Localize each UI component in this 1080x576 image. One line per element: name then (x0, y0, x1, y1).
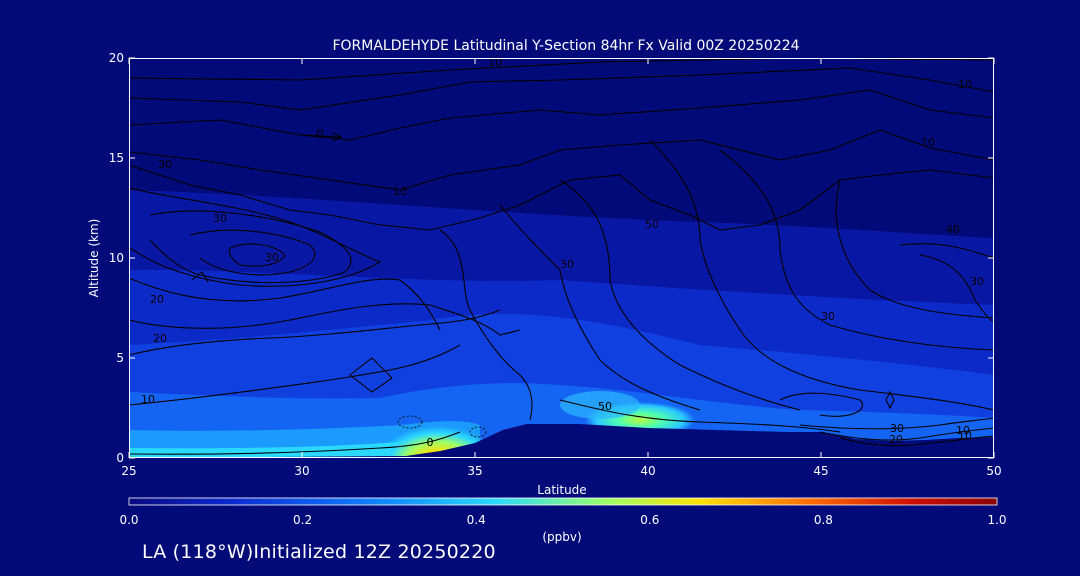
x-tick-label: 50 (986, 464, 1001, 478)
x-axis-label: Latitude (537, 483, 586, 497)
contour-label: 0 (317, 127, 324, 140)
contour-label: 40 (946, 223, 960, 236)
colorbar-tick-label: 1.0 (987, 513, 1006, 527)
contour-label: 20 (150, 293, 164, 306)
contour-label: 10 (958, 429, 972, 442)
colorbar: 0.0 0.2 0.4 0.6 0.8 1.0 (ppbv) (119, 497, 1007, 544)
contour-label: 10 (958, 78, 972, 91)
colorbar-unit-label: (ppbv) (542, 530, 581, 544)
contour-label: 10 (393, 185, 407, 198)
contour-label: 30 (265, 251, 279, 264)
contour-label: 10 (488, 56, 502, 69)
y-tick-label: 10 (109, 251, 124, 265)
colorbar-tick-label: 0.6 (640, 513, 659, 527)
y-tick-label: 15 (109, 151, 124, 165)
x-tick-label: 45 (813, 464, 828, 478)
y-tick-label: 20 (109, 51, 124, 65)
y-tick-label: 0 (116, 451, 124, 465)
contour-label: 30 (821, 310, 835, 323)
contour-label: 50 (645, 218, 659, 231)
contour-label: 10 (141, 393, 155, 406)
x-tick-label: 35 (467, 464, 482, 478)
contour-label: 0 (427, 436, 434, 449)
contour-label: 50 (598, 400, 612, 413)
plot-area: 10103010303050 40302020100030103050302010… (129, 56, 994, 458)
y-axis-label: Altitude (km) (87, 219, 101, 298)
colorbar-tick-label: 0.8 (814, 513, 833, 527)
colorbar-ticks: 0.0 0.2 0.4 0.6 0.8 1.0 (119, 513, 1006, 527)
x-tick-label: 25 (121, 464, 136, 478)
contour-label: 30 (213, 212, 227, 225)
contour-label: 20 (153, 332, 167, 345)
y-tick-label: 5 (116, 351, 124, 365)
contour-label: 30 (560, 258, 574, 271)
colorbar-bar (128, 497, 998, 506)
x-tick-label: 30 (294, 464, 309, 478)
x-tick-label: 40 (640, 464, 655, 478)
initialization-footer: LA (118°W)Initialized 12Z 20250220 (142, 541, 496, 563)
contour-label: 10 (921, 136, 935, 149)
contour-label: 30 (158, 158, 172, 171)
colorbar-tick-label: 0.0 (119, 513, 138, 527)
contour-label: 20 (889, 433, 903, 446)
chart-title: FORMALDEHYDE Latitudinal Y-Section 84hr … (332, 38, 799, 54)
contour-label: 30 (970, 275, 984, 288)
colorbar-tick-label: 0.4 (467, 513, 486, 527)
chart-figure: FORMALDEHYDE Latitudinal Y-Section 84hr … (87, 38, 1007, 544)
colorbar-tick-label: 0.2 (293, 513, 312, 527)
